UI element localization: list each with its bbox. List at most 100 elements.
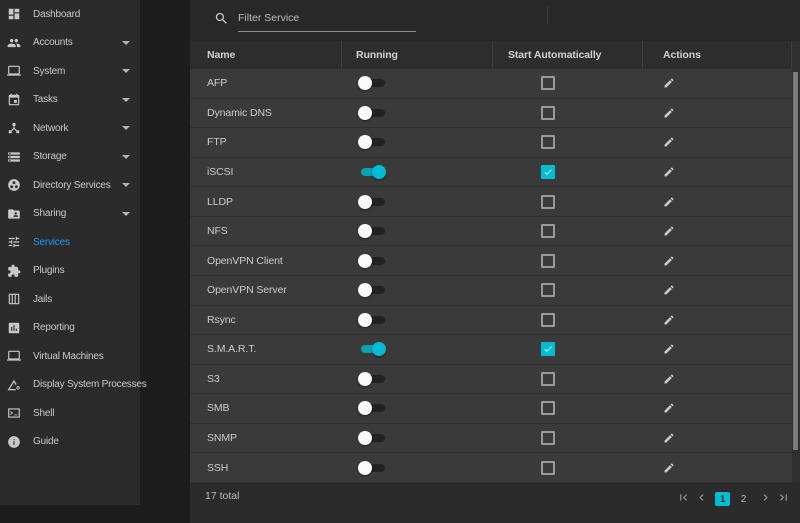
running-toggle[interactable] — [358, 76, 386, 90]
sidebar-item-guide[interactable]: Guide — [0, 428, 140, 457]
services-table-body: AFP Dynamic DNS — [190, 69, 800, 483]
sidebar-item-accounts[interactable]: Accounts — [0, 29, 140, 58]
first-page-button[interactable] — [676, 491, 690, 505]
edit-button[interactable] — [663, 166, 675, 178]
start-automatically-checkbox[interactable] — [541, 135, 555, 149]
table-header: Name Running Start Automatically Actions — [190, 41, 800, 69]
running-toggle[interactable] — [358, 165, 386, 179]
start-automatically-checkbox[interactable] — [541, 254, 555, 268]
chevron-down-icon — [122, 98, 130, 102]
toggle-knob — [358, 401, 372, 415]
service-name: SSH — [190, 462, 342, 474]
sidebar: Dashboard Accounts System Tasks Network … — [0, 0, 140, 505]
start-automatically-checkbox[interactable] — [541, 195, 555, 209]
table-row: Rsync — [190, 306, 800, 336]
sidebar-item-label: Tasks — [33, 94, 58, 105]
column-header-running[interactable]: Running — [342, 41, 493, 69]
edit-button[interactable] — [663, 225, 675, 237]
service-name: S.M.A.R.T. — [190, 343, 342, 355]
edit-button[interactable] — [663, 196, 675, 208]
start-automatically-checkbox[interactable] — [541, 283, 555, 297]
edit-button[interactable] — [663, 255, 675, 267]
first-page-icon — [677, 491, 690, 504]
start-automatically-checkbox[interactable] — [541, 342, 555, 356]
start-automatically-checkbox[interactable] — [541, 76, 555, 90]
edit-button[interactable] — [663, 107, 675, 119]
start-automatically-checkbox[interactable] — [541, 461, 555, 475]
sidebar-item-label: Virtual Machines — [33, 351, 104, 362]
edit-button[interactable] — [663, 462, 675, 474]
sidebar-item-label: Dashboard — [33, 9, 80, 20]
running-toggle[interactable] — [358, 342, 386, 356]
toggle-knob — [358, 76, 372, 90]
edit-button[interactable] — [663, 373, 675, 385]
table-row: FTP — [190, 128, 800, 158]
last-page-button[interactable] — [776, 491, 790, 505]
start-automatically-checkbox[interactable] — [541, 431, 555, 445]
sidebar-item-directory-services[interactable]: Directory Services — [0, 171, 140, 200]
edit-button[interactable] — [663, 432, 675, 444]
edit-button[interactable] — [663, 314, 675, 326]
vertical-scrollbar[interactable] — [792, 41, 800, 483]
edit-button[interactable] — [663, 136, 675, 148]
edit-icon — [663, 314, 675, 326]
running-toggle[interactable] — [358, 254, 386, 268]
start-automatically-checkbox[interactable] — [541, 224, 555, 238]
service-name: LLDP — [190, 196, 342, 208]
column-header-start-automatically[interactable]: Start Automatically — [493, 41, 643, 69]
start-automatically-checkbox[interactable] — [541, 165, 555, 179]
column-header-actions[interactable]: Actions — [643, 41, 792, 69]
system-icon — [7, 64, 21, 78]
next-page-button[interactable] — [758, 491, 772, 505]
sidebar-item-jails[interactable]: Jails — [0, 285, 140, 314]
start-automatically-checkbox[interactable] — [541, 106, 555, 120]
table-row: S.M.A.R.T. — [190, 335, 800, 365]
running-toggle[interactable] — [358, 224, 386, 238]
sidebar-item-sharing[interactable]: Sharing — [0, 200, 140, 229]
sidebar-item-label: Reporting — [33, 322, 75, 333]
running-toggle[interactable] — [358, 401, 386, 415]
toggle-knob — [372, 165, 386, 179]
edit-button[interactable] — [663, 402, 675, 414]
sidebar-item-dashboard[interactable]: Dashboard — [0, 0, 140, 29]
running-toggle[interactable] — [358, 283, 386, 297]
start-automatically-checkbox[interactable] — [541, 401, 555, 415]
table-row: NFS — [190, 217, 800, 247]
sidebar-item-display-system-processes[interactable]: Display System Processes — [0, 371, 140, 400]
toggle-knob — [358, 372, 372, 386]
sidebar-item-network[interactable]: Network — [0, 114, 140, 143]
table-row: SMB — [190, 394, 800, 424]
display-system-processes-icon — [7, 378, 21, 392]
dashboard-icon — [7, 7, 21, 21]
previous-page-button[interactable] — [694, 491, 708, 505]
sidebar-item-storage[interactable]: Storage — [0, 143, 140, 172]
running-toggle[interactable] — [358, 461, 386, 475]
sidebar-item-shell[interactable]: Shell — [0, 399, 140, 428]
sidebar-item-tasks[interactable]: Tasks — [0, 86, 140, 115]
sidebar-item-virtual-machines[interactable]: Virtual Machines — [0, 342, 140, 371]
column-header-name[interactable]: Name — [190, 41, 342, 69]
start-automatically-checkbox[interactable] — [541, 313, 555, 327]
sidebar-item-reporting[interactable]: Reporting — [0, 314, 140, 343]
running-toggle[interactable] — [358, 135, 386, 149]
filter-service-input[interactable] — [238, 7, 416, 32]
edit-button[interactable] — [663, 77, 675, 89]
toggle-knob — [358, 195, 372, 209]
running-toggle[interactable] — [358, 372, 386, 386]
running-toggle[interactable] — [358, 313, 386, 327]
running-toggle[interactable] — [358, 195, 386, 209]
page-button-1[interactable]: 1 — [715, 492, 730, 506]
sidebar-item-services[interactable]: Services — [0, 228, 140, 257]
running-toggle[interactable] — [358, 431, 386, 445]
chevron-down-icon — [122, 126, 130, 130]
sidebar-item-system[interactable]: System — [0, 57, 140, 86]
start-automatically-checkbox[interactable] — [541, 372, 555, 386]
edit-button[interactable] — [663, 284, 675, 296]
sidebar-item-plugins[interactable]: Plugins — [0, 257, 140, 286]
toggle-knob — [358, 224, 372, 238]
services-panel: Name Running Start Automatically Actions… — [190, 0, 800, 505]
scrollbar-thumb[interactable] — [793, 72, 798, 450]
running-toggle[interactable] — [358, 106, 386, 120]
edit-button[interactable] — [663, 343, 675, 355]
page-button-2[interactable]: 2 — [736, 492, 751, 506]
